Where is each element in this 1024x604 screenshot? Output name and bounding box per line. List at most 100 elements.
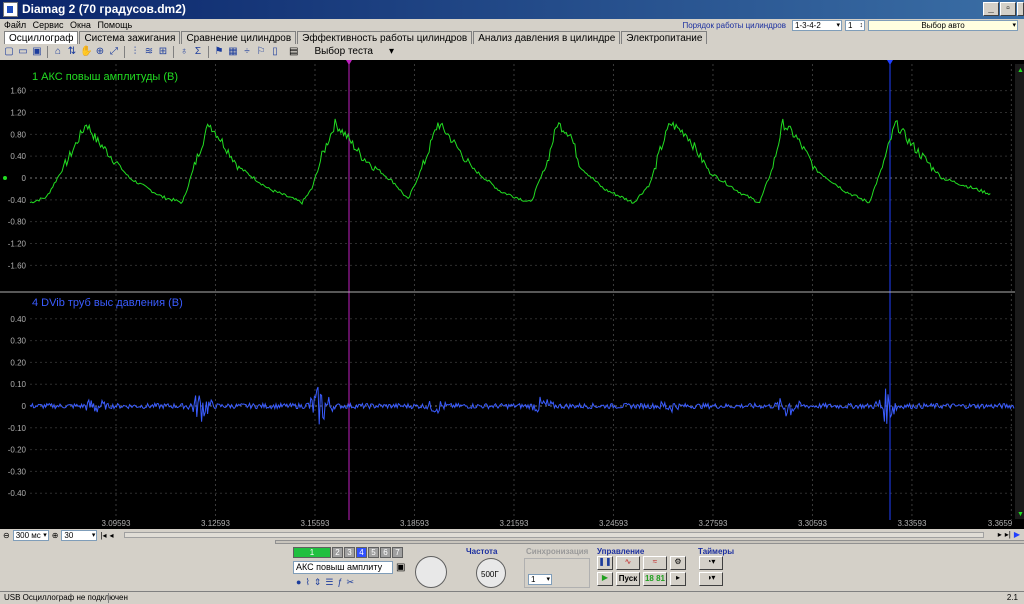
scale-knob[interactable] — [415, 556, 447, 588]
channel-6-button[interactable]: 6 — [380, 547, 391, 558]
settings-button[interactable]: ⚙ — [670, 556, 686, 570]
tab-ignition[interactable]: Система зажигания — [79, 31, 181, 44]
toolbar-separator — [124, 45, 125, 58]
scroll-up-icon[interactable]: ▲ — [1017, 67, 1024, 74]
close-button[interactable] — [1017, 2, 1024, 16]
count-select[interactable]: 30 ▾ — [61, 530, 98, 541]
channel-tools: ● ⌇ ⇕ ☰ ƒ ✂ — [296, 577, 354, 588]
oscilloscope-view[interactable]: 1.60 1.20 0.80 0.40 0 -0.40 -0.80 -1.20 -1.60 0.4… — [0, 60, 1024, 529]
ch-icon[interactable]: ♁ — [178, 46, 190, 58]
horizontal-scrollbar[interactable] — [124, 532, 984, 538]
hand-icon[interactable]: ✋ — [80, 46, 92, 58]
sync-label: Синхронизация — [526, 547, 589, 556]
wave-button[interactable]: ≈ — [643, 556, 667, 570]
channels-icon[interactable]: ≋ — [143, 46, 155, 58]
new-icon[interactable]: ▢ — [3, 46, 15, 58]
menu-help[interactable]: Помощь — [97, 20, 132, 30]
overlay-icon[interactable]: ⊞ — [157, 46, 169, 58]
page-icon[interactable]: ▯ — [269, 46, 281, 58]
tab-pressure-analysis[interactable]: Анализ давления в цилиндре — [473, 31, 621, 44]
sync-value: 1 — [531, 575, 536, 584]
start-button[interactable]: Пуск — [616, 572, 640, 586]
camera-icon[interactable]: ● — [296, 577, 301, 588]
last-page-icon[interactable]: ▸| — [1005, 530, 1011, 539]
save-channel-icon[interactable]: ▣ — [396, 562, 405, 573]
menu-file[interactable]: Файл — [4, 20, 26, 30]
table-icon[interactable]: ▦ — [227, 46, 239, 58]
filter-icon[interactable]: ⚑ — [213, 46, 225, 58]
channel-4-trace — [29, 386, 1015, 425]
cylinder-order-select[interactable]: 1-3-4-2 ▾ — [792, 20, 842, 31]
channel-name-field[interactable]: АКС повыш амплиту — [293, 561, 393, 574]
channel-3-button[interactable]: 3 — [344, 547, 355, 558]
timebase-bar: ⊖ 300 мс ▾ ⊕ 30 ▾ |◂ ◂ ▸ ▸| ▶ — [0, 530, 1024, 541]
save-icon[interactable]: ▣ — [31, 46, 43, 58]
tab-power-supply[interactable]: Электропитание — [621, 31, 708, 44]
auto-select-value: Выбор авто — [921, 21, 965, 30]
y-tick-label: 0 — [22, 174, 27, 183]
open-icon[interactable]: ▭ — [17, 46, 29, 58]
channel-1-zero-marker[interactable] — [3, 176, 7, 180]
maximize-button[interactable]: ▫ — [1000, 2, 1016, 16]
cylinder-number-spinner[interactable]: 1 ↕ — [845, 20, 865, 31]
sigma-icon[interactable]: Σ — [192, 46, 204, 58]
channel-1-button[interactable]: 1 — [293, 547, 331, 558]
timeline-strip[interactable] — [275, 540, 1024, 544]
timer-1-button[interactable]: ◔▾ — [699, 556, 723, 570]
list-icon[interactable]: ☰ — [325, 577, 333, 588]
timebase-select[interactable]: 300 мс ▾ — [12, 530, 49, 541]
first-page-icon[interactable]: |◂ — [100, 531, 106, 540]
function-icon[interactable]: ƒ — [337, 577, 342, 588]
channel-4-button[interactable]: 4 — [356, 547, 367, 558]
cylinder-order-label: Порядок работы цилиндров — [682, 21, 786, 30]
pause-button[interactable]: ❚❚ — [597, 556, 613, 570]
cylinder-order-value: 1-3-4-2 — [795, 21, 821, 30]
zoom-icon[interactable]: ⊕ — [94, 46, 106, 58]
sine-button[interactable]: ∿ — [616, 556, 640, 570]
x-tick-label: 3.09593 — [102, 519, 131, 528]
arrows-icon[interactable]: ⇕ — [314, 577, 322, 588]
play-button[interactable]: ▶ — [597, 572, 613, 586]
channel-7-button[interactable]: 7 — [392, 547, 403, 558]
y-tick-label: -0.40 — [8, 489, 27, 498]
cursor-a-marker[interactable] — [346, 60, 352, 65]
cursor-icon[interactable]: ⌂ — [52, 46, 64, 58]
play-icon[interactable]: ▶ — [1014, 530, 1020, 539]
divide-icon[interactable]: ÷ — [241, 46, 253, 58]
tab-cylinder-compare[interactable]: Сравнение цилиндров — [181, 31, 297, 44]
auto-select[interactable]: Выбор авто ▾ — [868, 20, 1018, 31]
graph-icon[interactable]: ⌇ — [305, 577, 309, 588]
y-tick-label: -1.20 — [8, 240, 27, 249]
next-icon[interactable]: ▸ — [998, 530, 1002, 539]
scissors-icon[interactable]: ✂ — [346, 577, 354, 588]
channel-2-button[interactable]: 2 — [332, 547, 343, 558]
cylinder-number-value: 1 — [848, 21, 853, 30]
markers-icon[interactable]: ⇅ — [66, 46, 78, 58]
timer-2-button[interactable]: ◑▾ — [699, 572, 723, 586]
window-title: Diamag 2 (70 градусов.dm2) — [22, 2, 186, 16]
test-select[interactable]: ▤ Выбор теста ▾ — [289, 46, 394, 57]
x-tick-label: 3.27593 — [699, 519, 728, 528]
channel-1-title: 1 АКС повыш амплитуды (В) — [32, 71, 178, 83]
flag-icon[interactable]: ⚐ — [255, 46, 267, 58]
menu-service[interactable]: Сервис — [33, 20, 64, 30]
x-tick-label: 3.15593 — [301, 519, 330, 528]
tab-oscilloscope[interactable]: Осциллограф — [4, 31, 79, 44]
status-divider — [108, 593, 109, 603]
scroll-down-icon[interactable]: ▼ — [1017, 511, 1024, 518]
count-value: 30 — [64, 531, 74, 540]
menu-windows[interactable]: Окна — [70, 20, 91, 30]
minimize-button[interactable]: _ — [983, 2, 999, 16]
channel-buttons: 1 2 3 4 5 6 7 — [293, 547, 403, 558]
vertical-scrollbar[interactable] — [1015, 64, 1024, 519]
y-tick-label: -0.30 — [8, 467, 27, 476]
cursor-b-marker[interactable] — [887, 60, 893, 65]
channel-5-button[interactable]: 5 — [368, 547, 379, 558]
fit-icon[interactable]: ⤢ — [108, 46, 120, 58]
tab-cylinder-efficiency[interactable]: Эффективность работы цилиндров — [297, 31, 473, 44]
x-tick-label: 3.12593 — [201, 519, 230, 528]
split-icon[interactable]: ⫶ — [129, 46, 141, 58]
sync-select[interactable]: 1 ▾ — [528, 574, 552, 585]
prev-page-icon[interactable]: ◂ — [110, 531, 114, 540]
record-button[interactable]: ▸ — [670, 572, 686, 586]
